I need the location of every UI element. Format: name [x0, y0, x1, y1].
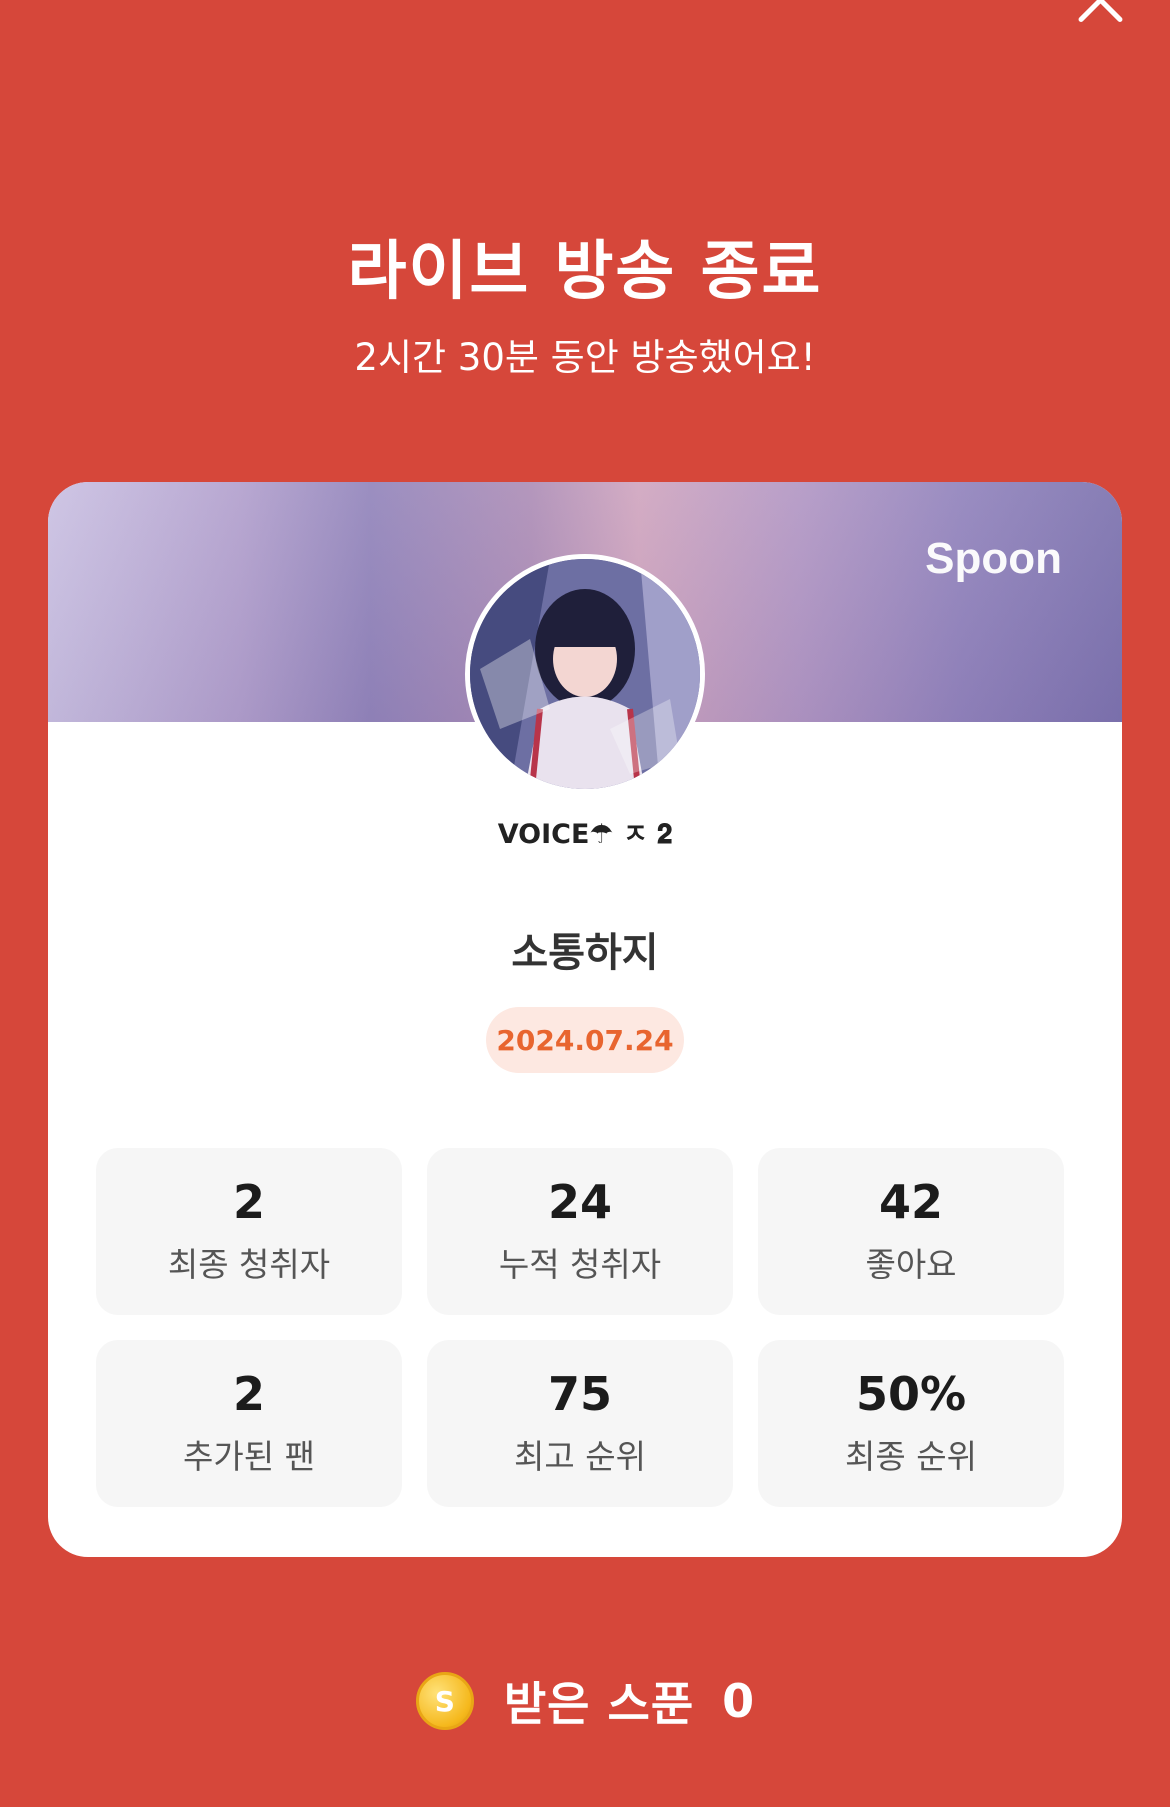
live-end-screen: 라이브 방송 종료 2시간 30분 동안 방송했어요! Spoon VOICE☂… [0, 0, 1170, 1807]
close-icon[interactable] [1070, 0, 1130, 30]
date-badge: 2024.07.24 [486, 1007, 684, 1073]
stat-value: 50% [855, 1367, 967, 1422]
stat-value: 24 [547, 1175, 612, 1230]
stat-new-fans: 2 추가된 팬 [96, 1340, 402, 1507]
brand-logo: Spoon [925, 534, 1062, 583]
avatar [465, 554, 705, 794]
stat-label: 좋아요 [865, 1244, 957, 1284]
stat-label: 최종 청취자 [167, 1244, 331, 1284]
stat-best-rank: 75 최고 순위 [427, 1340, 733, 1507]
summary-card: Spoon VOICE☂︎ ㅈ 𝟐 소통하지 2024.07.24 2 최종 청… [48, 482, 1122, 1557]
stat-final-rank: 50% 최종 순위 [758, 1340, 1064, 1507]
stat-value: 2 [232, 1175, 265, 1230]
nickname: VOICE☂︎ ㅈ 𝟐 [497, 819, 673, 850]
stat-value: 2 [232, 1367, 265, 1422]
stat-total-listeners: 24 누적 청취자 [427, 1148, 733, 1315]
spoon-coin-icon: S [415, 1672, 474, 1730]
broadcast-duration: 2시간 30분 동안 방송했어요! [354, 336, 816, 379]
page-title: 라이브 방송 종료 [347, 235, 823, 309]
stat-label: 최고 순위 [514, 1436, 646, 1476]
stat-label: 최종 순위 [845, 1436, 977, 1476]
live-title: 소통하지 [511, 930, 659, 976]
stat-label: 누적 청취자 [498, 1244, 662, 1284]
stat-label: 추가된 팬 [183, 1436, 315, 1476]
received-spoons: S 받은 스푼 0 [0, 1665, 1170, 1737]
stat-likes: 42 좋아요 [758, 1148, 1064, 1315]
received-spoons-label: 받은 스푼 [503, 1677, 695, 1731]
stats-grid: 2 최종 청취자 24 누적 청취자 42 좋아요 2 추가된 팬 75 최고 … [96, 1148, 1064, 1507]
stat-value: 75 [547, 1367, 612, 1422]
stat-value: 42 [878, 1175, 943, 1230]
avatar-illustration [470, 559, 700, 789]
received-spoons-count: 0 [722, 1674, 755, 1728]
stat-final-listeners: 2 최종 청취자 [96, 1148, 402, 1315]
